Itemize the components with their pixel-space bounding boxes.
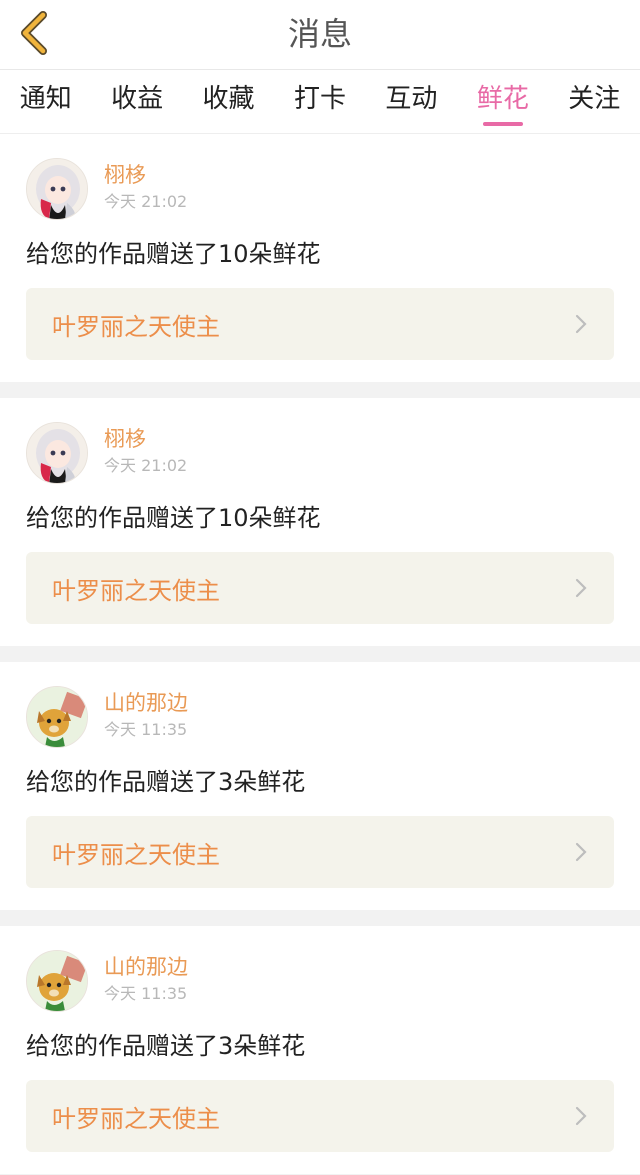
chevron-right-icon <box>574 577 588 599</box>
work-title: 叶罗丽之天使主 <box>52 840 220 869</box>
work-title: 叶罗丽之天使主 <box>52 312 220 341</box>
message-text: 给您的作品赠送了3朵鲜花 <box>26 1032 306 1060</box>
cartoon-dog-avatar[interactable] <box>26 686 88 748</box>
tab-follow[interactable]: 关注 <box>549 70 640 134</box>
work-link[interactable]: 叶罗丽之天使主 <box>26 552 614 624</box>
tab-notifications[interactable]: 通知 <box>0 70 91 134</box>
chevron-right-icon <box>574 841 588 863</box>
work-link[interactable]: 叶罗丽之天使主 <box>26 288 614 360</box>
tab-checkin[interactable]: 打卡 <box>274 70 365 134</box>
message-card: 山的那边 今天 11:35 给您的作品赠送了3朵鲜花 叶罗丽之天使主 <box>0 662 640 910</box>
timestamp: 今天 11:35 <box>104 984 188 1003</box>
top-bar: 消息 <box>0 0 640 70</box>
message-text: 给您的作品赠送了3朵鲜花 <box>26 768 306 796</box>
chevron-right-icon <box>574 313 588 335</box>
work-link[interactable]: 叶罗丽之天使主 <box>26 816 614 888</box>
work-title: 叶罗丽之天使主 <box>52 576 220 605</box>
chevron-right-icon <box>574 1105 588 1127</box>
timestamp: 今天 11:35 <box>104 720 188 739</box>
anime-girl-avatar[interactable] <box>26 158 88 220</box>
message-text: 给您的作品赠送了10朵鲜花 <box>26 240 321 268</box>
page-title: 消息 <box>287 15 352 53</box>
tab-flowers[interactable]: 鲜花 <box>457 70 548 134</box>
user-name[interactable]: 栩栘 <box>104 161 187 189</box>
tab-interaction[interactable]: 互动 <box>366 70 457 134</box>
timestamp: 今天 21:02 <box>104 192 188 211</box>
timestamp: 今天 21:02 <box>104 456 188 475</box>
message-card: 栩栘 今天 21:02 给您的作品赠送了10朵鲜花 叶罗丽之天使主 <box>0 134 640 382</box>
user-name[interactable]: 山的那边 <box>104 689 188 717</box>
cartoon-dog-avatar[interactable] <box>26 950 88 1012</box>
work-title: 叶罗丽之天使主 <box>52 1104 220 1133</box>
message-text: 给您的作品赠送了10朵鲜花 <box>26 504 321 532</box>
tab-favorites[interactable]: 收藏 <box>183 70 274 134</box>
anime-girl-avatar[interactable] <box>26 422 88 484</box>
user-name[interactable]: 栩栘 <box>104 425 187 453</box>
message-card: 山的那边 今天 11:35 给您的作品赠送了3朵鲜花 叶罗丽之天使主 <box>0 926 640 1174</box>
message-card: 栩栘 今天 21:02 给您的作品赠送了10朵鲜花 叶罗丽之天使主 <box>0 398 640 646</box>
tab-bar: 通知 收益 收藏 打卡 互动 鲜花 关注 <box>0 70 640 134</box>
work-link[interactable]: 叶罗丽之天使主 <box>26 1080 614 1152</box>
tab-earnings[interactable]: 收益 <box>91 70 182 134</box>
user-name[interactable]: 山的那边 <box>104 953 188 981</box>
